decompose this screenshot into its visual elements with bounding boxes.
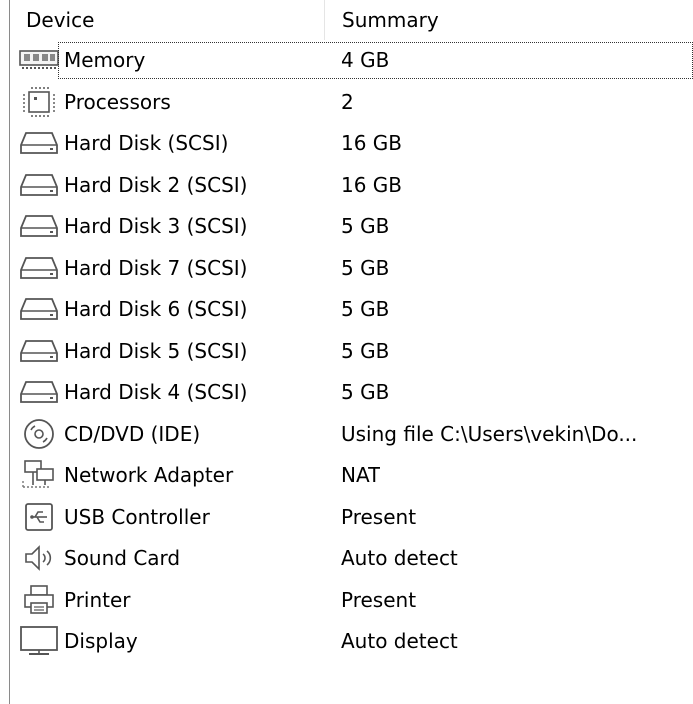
hard-disk-icon — [19, 212, 59, 240]
device-row-hard-disk-6[interactable]: Hard Disk 6 (SCSI) 5 GB — [10, 289, 693, 331]
device-row-memory[interactable]: Memory 4 GB — [10, 40, 693, 82]
hard-disk-icon — [19, 171, 59, 199]
device-row-printer[interactable]: Printer Present — [10, 580, 693, 622]
device-summary: 5 GB — [341, 338, 390, 363]
device-row-usb-controller[interactable]: USB Controller Present — [10, 497, 693, 539]
device-summary: 16 GB — [341, 131, 403, 155]
device-summary: Present — [341, 587, 417, 612]
device-summary: NAT — [341, 463, 381, 487]
device-name: Memory — [64, 48, 146, 72]
device-name: Processors — [64, 89, 171, 114]
memory-icon — [19, 46, 59, 74]
device-row-processors[interactable]: Processors 2 — [10, 82, 693, 124]
device-name: USB Controller — [64, 504, 210, 529]
hard-disk-icon — [19, 337, 59, 365]
device-row-hard-disk[interactable]: Hard Disk (SCSI) 16 GB — [10, 123, 693, 165]
column-header-summary[interactable]: Summary — [326, 0, 693, 40]
device-name: Network Adapter — [64, 463, 234, 487]
device-name: Hard Disk (SCSI) — [64, 131, 229, 155]
column-header-divider[interactable] — [324, 0, 325, 40]
device-name: Printer — [64, 587, 131, 612]
device-summary: 2 — [341, 89, 354, 114]
device-list: Device Summary Memory 4 GB Processors 2 … — [0, 0, 693, 704]
device-summary: 5 GB — [341, 297, 390, 321]
device-row-hard-disk-4[interactable]: Hard Disk 4 (SCSI) 5 GB — [10, 372, 693, 414]
device-name: Display — [64, 629, 138, 653]
device-row-hard-disk-3[interactable]: Hard Disk 3 (SCSI) 5 GB — [10, 206, 693, 248]
hard-disk-icon — [19, 129, 59, 157]
device-name: Hard Disk 5 (SCSI) — [64, 338, 248, 363]
hard-disk-icon — [19, 254, 59, 282]
device-row-network-adapter[interactable]: Network Adapter NAT — [10, 455, 693, 497]
device-row-sound-card[interactable]: Sound Card Auto detect — [10, 538, 693, 580]
device-name: Hard Disk 7 (SCSI) — [64, 255, 248, 280]
device-name: Sound Card — [64, 546, 181, 570]
device-summary: Auto detect — [341, 629, 458, 653]
device-summary: 5 GB — [341, 380, 390, 404]
network-adapter-icon — [19, 460, 59, 489]
device-row-hard-disk-5[interactable]: Hard Disk 5 (SCSI) 5 GB — [10, 331, 693, 373]
display-icon — [19, 626, 59, 655]
device-summary: Using file C:\Users\vekin\Do... — [341, 421, 638, 446]
device-summary: 16 GB — [341, 172, 403, 197]
device-name: Hard Disk 3 (SCSI) — [64, 214, 248, 238]
sound-icon — [19, 544, 59, 572]
device-row-hard-disk-2[interactable]: Hard Disk 2 (SCSI) 16 GB — [10, 165, 693, 207]
device-row-display[interactable]: Display Auto detect — [10, 621, 693, 663]
hard-disk-icon — [19, 295, 59, 323]
device-summary: 4 GB — [341, 48, 390, 72]
cd-dvd-icon — [19, 418, 59, 449]
device-name: Hard Disk 2 (SCSI) — [64, 172, 248, 197]
column-header: Device Summary — [10, 0, 693, 40]
device-name: CD/DVD (IDE) — [64, 421, 201, 446]
device-summary: Present — [341, 504, 417, 529]
hard-disk-icon — [19, 378, 59, 406]
device-summary: Auto detect — [341, 546, 458, 570]
device-name: Hard Disk 6 (SCSI) — [64, 297, 248, 321]
device-name: Hard Disk 4 (SCSI) — [64, 380, 248, 404]
device-row-hard-disk-7[interactable]: Hard Disk 7 (SCSI) 5 GB — [10, 248, 693, 290]
column-header-device[interactable]: Device — [10, 0, 324, 40]
usb-icon — [19, 502, 59, 531]
processor-icon — [19, 86, 59, 117]
device-summary: 5 GB — [341, 214, 390, 238]
device-row-cd-dvd[interactable]: CD/DVD (IDE) Using file C:\Users\vekin\D… — [10, 414, 693, 456]
device-summary: 5 GB — [341, 255, 390, 280]
device-rows: Memory 4 GB Processors 2 Hard Disk (SCSI… — [10, 40, 693, 663]
printer-icon — [19, 584, 59, 614]
